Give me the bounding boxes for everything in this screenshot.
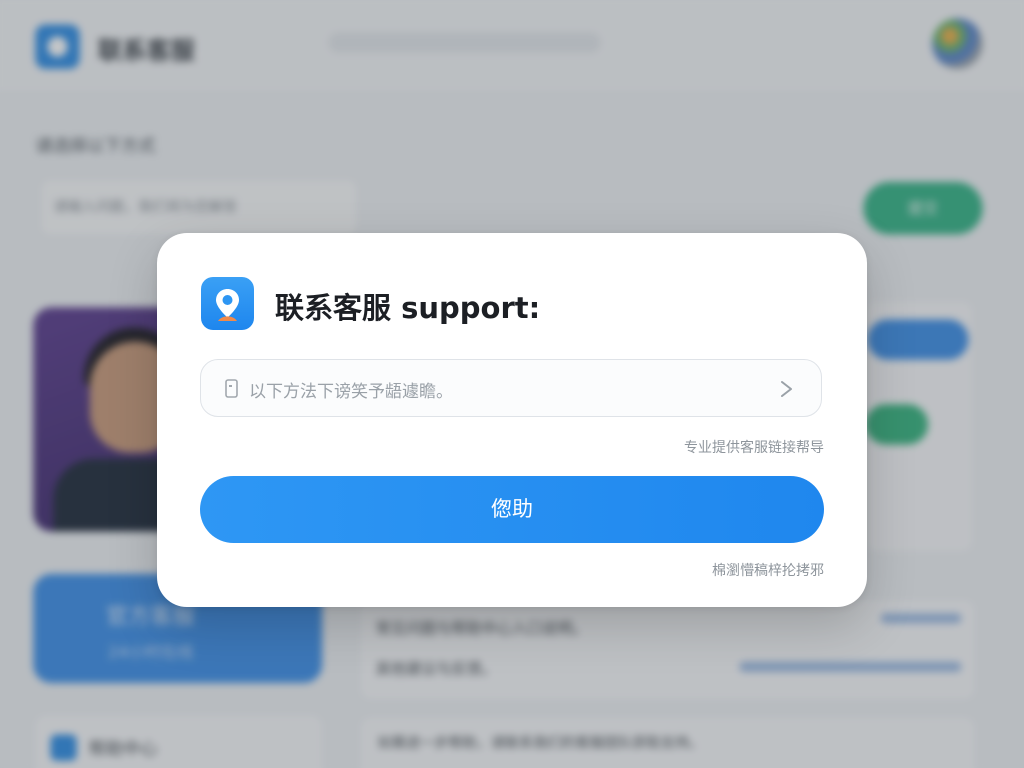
- input-placeholder: 以下方法下谤笑予龉遽瞻。: [249, 382, 453, 402]
- support-method-input[interactable]: 以下方法下谤笑予龉遽瞻。: [200, 359, 822, 417]
- location-pin-icon: [201, 277, 254, 330]
- footnote-link[interactable]: 棉瀏懵稿梓抡拷邪: [712, 560, 824, 580]
- chevron-right-icon[interactable]: [779, 380, 795, 402]
- document-icon: [225, 379, 239, 403]
- contact-support-dialog: 联系客服 support: 以下方法下谤笑予龉遽瞻。 专业提供客服链接帮导 偬助…: [157, 233, 867, 607]
- input-hint-text: 专业提供客服链接帮导: [684, 440, 824, 456]
- dialog-title: 联系客服 support:: [275, 291, 541, 325]
- screen: 联系客服 请选择以下方式 请输入问题，我们将为您解答 提交 官方客服 24小时在…: [0, 0, 1024, 768]
- help-button[interactable]: 偬助: [200, 476, 824, 543]
